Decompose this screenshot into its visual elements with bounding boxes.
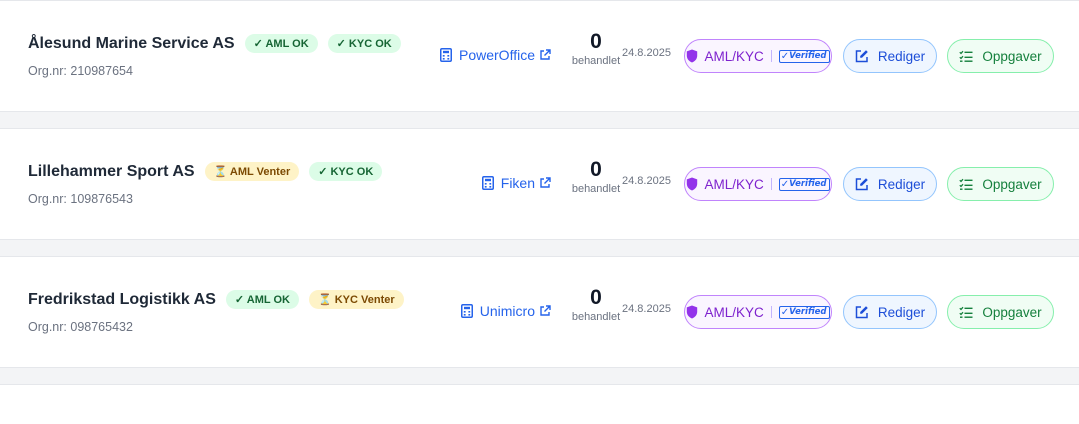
company-name: Lillehammer Sport AS — [28, 162, 195, 180]
processed-count-label: behandlet — [571, 183, 621, 195]
company-card: Ålesund Marine Service AS ✓ AML OK ✓ KYC… — [0, 0, 1079, 112]
org-number: Org.nr: 109876543 — [28, 192, 133, 206]
processed-count-value: 0 — [590, 158, 602, 181]
integration-name: PowerOffice — [459, 47, 535, 63]
calculator-icon — [481, 176, 494, 190]
processed-count: 0 behandlet — [566, 29, 626, 67]
divider — [770, 306, 772, 318]
shield-icon — [687, 49, 698, 63]
aml-status-badge: ⏳ AML Venter — [204, 162, 300, 181]
company-header: Fredrikstad Logistikk AS ✓ AML OK ⏳ KYC … — [28, 290, 414, 309]
external-link-icon — [540, 177, 551, 188]
org-number: Org.nr: 098765432 — [28, 320, 133, 334]
aml-kyc-button[interactable]: AML/KYC ✓ Verified — [684, 295, 832, 329]
integration-link[interactable]: Unimicro — [460, 303, 551, 319]
tasks-label: Oppgaver — [982, 304, 1042, 320]
verified-label: Verified — [789, 51, 827, 61]
edit-icon — [855, 178, 868, 191]
edit-label: Rediger — [877, 176, 926, 192]
last-updated-date: 24.8.2025 — [622, 47, 671, 59]
verified-badge: ✓ Verified — [778, 49, 830, 63]
integration-name: Unimicro — [479, 303, 535, 319]
last-updated-date: 24.8.2025 — [622, 175, 671, 187]
edit-button[interactable]: Rediger — [843, 39, 937, 73]
aml-kyc-label: AML/KYC — [704, 48, 764, 64]
task-list-icon — [959, 50, 973, 62]
aml-status-badge: ✓ AML OK — [225, 290, 299, 309]
edit-label: Rediger — [877, 48, 926, 64]
processed-count-value: 0 — [590, 286, 602, 309]
verified-label: Verified — [789, 179, 827, 189]
aml-kyc-label: AML/KYC — [704, 176, 764, 192]
org-number: Org.nr: 210987654 — [28, 64, 133, 78]
kyc-status-badge: ✓ KYC OK — [327, 34, 401, 53]
company-card: Fredrikstad Logistikk AS ✓ AML OK ⏳ KYC … — [0, 256, 1079, 368]
processed-count-value: 0 — [590, 30, 602, 53]
verified-label: Verified — [789, 307, 827, 317]
calculator-icon — [460, 304, 473, 318]
external-link-icon — [540, 49, 551, 60]
company-card: Lillehammer Sport AS ⏳ AML Venter ✓ KYC … — [0, 128, 1079, 240]
shield-icon — [687, 305, 698, 319]
verified-badge: ✓ Verified — [778, 305, 830, 319]
verified-check-icon: ✓ — [780, 178, 790, 190]
aml-kyc-button[interactable]: AML/KYC ✓ Verified — [684, 167, 832, 201]
edit-icon — [855, 50, 868, 63]
edit-icon — [855, 306, 868, 319]
integration-link[interactable]: PowerOffice — [440, 47, 551, 63]
company-name: Fredrikstad Logistikk AS — [28, 290, 216, 308]
edit-button[interactable]: Rediger — [843, 167, 937, 201]
aml-kyc-label: AML/KYC — [704, 304, 764, 320]
tasks-button[interactable]: Oppgaver — [947, 39, 1054, 73]
company-header: Ålesund Marine Service AS ✓ AML OK ✓ KYC… — [28, 34, 411, 53]
company-card-partial — [0, 384, 1079, 424]
processed-count-label: behandlet — [571, 311, 621, 323]
tasks-button[interactable]: Oppgaver — [947, 295, 1054, 329]
integration-link[interactable]: Fiken — [481, 175, 551, 191]
processed-count: 0 behandlet — [566, 157, 626, 195]
task-list-icon — [959, 178, 973, 190]
processed-count-label: behandlet — [571, 55, 621, 67]
divider — [770, 50, 772, 62]
tasks-label: Oppgaver — [982, 48, 1042, 64]
last-updated-date: 24.8.2025 — [622, 303, 671, 315]
verified-badge: ✓ Verified — [778, 177, 830, 191]
processed-count: 0 behandlet — [566, 285, 626, 323]
edit-label: Rediger — [877, 304, 926, 320]
tasks-button[interactable]: Oppgaver — [947, 167, 1054, 201]
integration-name: Fiken — [500, 175, 535, 191]
shield-icon — [687, 177, 698, 191]
aml-status-badge: ✓ AML OK — [244, 34, 318, 53]
verified-check-icon: ✓ — [780, 306, 790, 318]
aml-kyc-button[interactable]: AML/KYC ✓ Verified — [684, 39, 832, 73]
verified-check-icon: ✓ — [780, 50, 790, 62]
external-link-icon — [540, 305, 551, 316]
kyc-status-badge: ✓ KYC OK — [309, 162, 383, 181]
company-name: Ålesund Marine Service AS — [28, 34, 235, 52]
calculator-icon — [440, 48, 452, 62]
tasks-label: Oppgaver — [982, 176, 1042, 192]
task-list-icon — [959, 306, 973, 318]
kyc-status-badge: ⏳ KYC Venter — [308, 290, 404, 309]
edit-button[interactable]: Rediger — [843, 295, 937, 329]
company-header: Lillehammer Sport AS ⏳ AML Venter ✓ KYC … — [28, 162, 392, 181]
divider — [770, 178, 772, 190]
